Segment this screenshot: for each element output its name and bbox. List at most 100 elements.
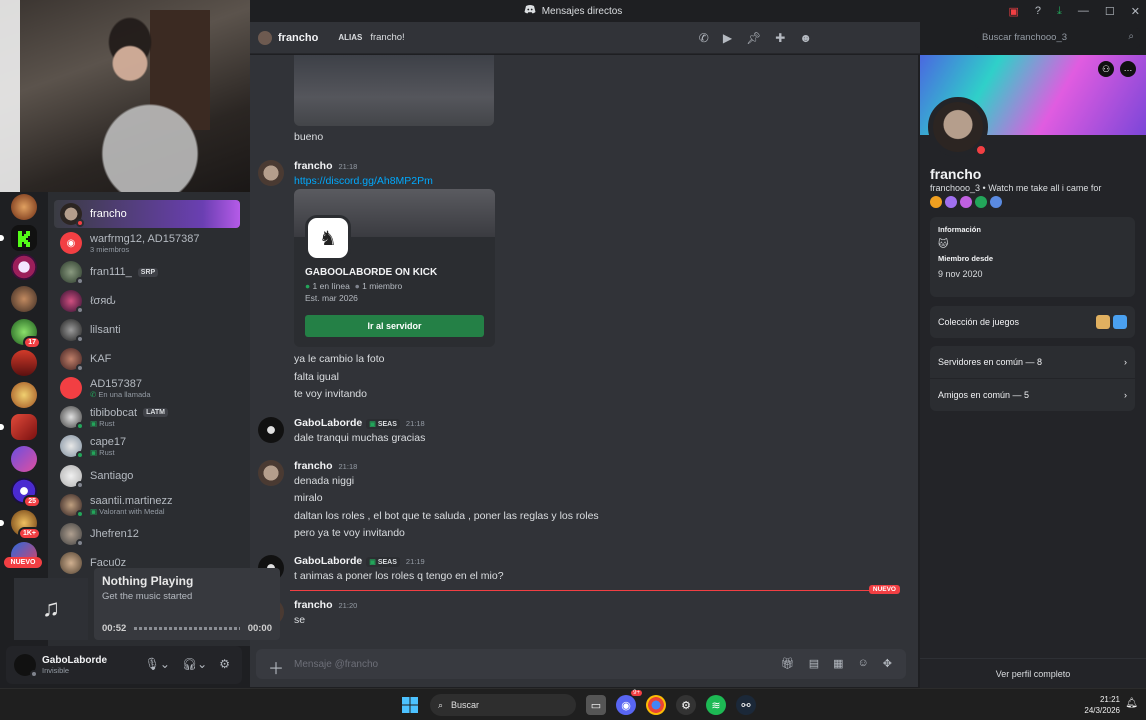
user-avatar[interactable] <box>14 654 38 678</box>
mutual-friends-row[interactable]: Amigos en común — 5 › <box>930 379 1135 411</box>
message-avatar[interactable] <box>258 460 284 486</box>
message-text: t animas a poner los roles q tengo en el… <box>294 570 504 582</box>
invite-online-count: 1 en línea <box>312 281 350 291</box>
dm-subtext: 3 miembros <box>90 244 130 254</box>
server-icon[interactable] <box>11 350 37 376</box>
playback-progress[interactable]: 00:52 00:00 <box>102 623 272 634</box>
server-icon[interactable] <box>11 286 37 312</box>
dm-subtext: En una llamada <box>98 389 151 399</box>
dm-item[interactable]: AD157387 ✆ En una llamada <box>54 374 240 402</box>
message-text: se <box>294 614 306 626</box>
user-profile-icon[interactable]: ☻ <box>799 31 812 45</box>
dm-item[interactable]: Santiago <box>54 462 240 490</box>
server-icon[interactable] <box>11 254 37 280</box>
message-avatar[interactable] <box>258 160 284 186</box>
message-author[interactable]: francho <box>294 160 333 172</box>
server-icon-kick[interactable] <box>0 225 37 251</box>
dm-item[interactable]: KAF <box>54 345 240 373</box>
dm-name: Santiago <box>90 470 134 482</box>
message-author[interactable]: francho <box>294 460 333 472</box>
dm-item-francho[interactable]: francho <box>54 200 240 228</box>
taskbar-clock[interactable]: 21:21 24/3/2026 <box>1084 694 1120 716</box>
game-collection-row[interactable]: Colección de juegos <box>930 306 1135 338</box>
dm-item[interactable]: cape17 ▣ Rust <box>54 432 240 460</box>
progress-track[interactable] <box>134 627 240 630</box>
windows-start-icon[interactable] <box>400 695 420 715</box>
view-full-profile-button[interactable]: Ver perfil completo <box>920 658 1146 688</box>
badge-icon[interactable] <box>930 196 942 208</box>
status-offline-icon <box>76 539 84 547</box>
dm-item[interactable]: tibibobcat LATM ▣ Rust <box>54 403 240 431</box>
close-button[interactable]: ✕ <box>1131 5 1140 18</box>
server-icon[interactable] <box>0 414 37 440</box>
invite-link[interactable]: https://discord.gg/Ah8MP2Pm <box>294 175 433 187</box>
join-server-button[interactable]: Ir al servidor <box>305 315 484 337</box>
server-icon[interactable]: 25 <box>11 478 41 508</box>
profile-info-card: Información 🐱︎ Miembro desde 9 nov 2020 <box>930 217 1135 297</box>
new-unreads-pill[interactable]: NUEVO <box>4 557 42 568</box>
dm-item[interactable]: lilsanti <box>54 316 240 344</box>
pinned-messages-icon[interactable]: 📌︎ <box>746 31 761 45</box>
download-icon[interactable]: ⤓ <box>1057 5 1062 18</box>
dm-item[interactable]: saantii.martinezz ▣ Valorant with Medal <box>54 491 240 519</box>
apps-icon[interactable]: ✥ <box>883 657 892 670</box>
message-text: daltan los roles , el bot que te saluda … <box>294 510 599 522</box>
gif-icon[interactable]: ▤ <box>809 657 819 670</box>
mutual-friends-label: Amigos en común — 5 <box>938 390 1030 400</box>
add-attachment-icon[interactable]: ＋ <box>268 655 284 679</box>
server-icon[interactable] <box>11 382 37 408</box>
message-author[interactable]: francho <box>294 599 333 611</box>
search-input[interactable]: Buscar franchooo_3 ⌕ <box>975 28 1140 48</box>
headphones-icon[interactable]: 🎧︎⌄ <box>182 657 207 671</box>
settings-gear-icon[interactable]: ⚙ <box>219 657 230 671</box>
emoji-icon[interactable]: ☺ <box>858 657 869 670</box>
badge-icon[interactable] <box>990 196 1002 208</box>
dm-item[interactable]: Jhefren12 <box>54 520 240 548</box>
add-friend-icon[interactable]: ⚇ <box>1098 61 1114 77</box>
dm-name: cape17 <box>90 435 127 448</box>
message-author[interactable]: GaboLaborde <box>294 417 362 429</box>
task-view-icon[interactable]: ▭ <box>586 695 606 715</box>
mutual-servers-row[interactable]: Servidores en común — 8 › <box>930 346 1135 378</box>
minimize-button[interactable]: — <box>1078 5 1089 17</box>
badge-icon[interactable] <box>960 196 972 208</box>
message-input[interactable]: ＋ Mensaje @francho 🎁︎ ▤ ▦ ☺ ✥ <box>256 649 906 679</box>
server-icon[interactable]: 1K+ <box>0 510 41 540</box>
avatar <box>60 290 84 314</box>
server-icon[interactable] <box>11 446 37 472</box>
badge-icon[interactable] <box>945 196 957 208</box>
notification-bell-icon[interactable]: 🔔︎ <box>1125 698 1138 709</box>
badge-icon[interactable] <box>975 196 987 208</box>
taskbar-search[interactable]: ⌕ Buscar <box>430 694 576 716</box>
chrome-icon[interactable] <box>646 695 666 715</box>
now-playing-widget[interactable]: ♫ Nothing Playing Get the music started … <box>14 568 280 640</box>
discord-taskbar-icon[interactable]: ◉ 9+ <box>616 690 642 715</box>
maximize-button[interactable]: ☐ <box>1105 5 1115 18</box>
more-options-icon[interactable]: … <box>1120 61 1136 77</box>
add-friends-icon[interactable]: ✚ <box>775 31 785 45</box>
status-offline-icon <box>76 335 84 343</box>
spotify-icon[interactable]: ≋ <box>706 695 726 715</box>
message-avatar[interactable] <box>258 417 284 443</box>
dm-item[interactable]: ℓσяԃ <box>54 287 240 315</box>
info-label: Información <box>938 225 981 234</box>
video-call-icon[interactable]: ▶ <box>723 31 732 45</box>
profile-panel: ⚇ … francho franchooo_3 • Watch me take … <box>920 55 1146 688</box>
help-icon[interactable]: ? <box>1035 5 1041 17</box>
voice-call-icon[interactable]: ✆ <box>699 31 709 45</box>
message-author[interactable]: GaboLaborde <box>294 555 362 567</box>
steam-icon[interactable]: ⚯ <box>736 695 756 715</box>
dm-item[interactable]: fran111_ SRP <box>54 258 240 286</box>
server-icon[interactable]: 17 <box>11 319 41 349</box>
sticker-icon[interactable]: ▦ <box>833 657 843 670</box>
header-username[interactable]: francho <box>278 32 318 44</box>
gift-icon[interactable]: 🎁︎ <box>781 657 795 670</box>
message-image-attachment[interactable] <box>294 55 494 126</box>
new-messages-tag: NUEVO <box>868 585 900 594</box>
server-icon[interactable] <box>11 194 37 220</box>
game-icon <box>1096 315 1110 329</box>
dm-item-group[interactable]: ◉ warfrmg12, AD157387 3 miembros <box>54 229 240 257</box>
inbox-icon[interactable]: ▣ <box>1009 5 1019 18</box>
app-icon[interactable]: ⚙ <box>676 695 696 715</box>
microphone-icon[interactable]: 🎙︎⌄ <box>145 657 170 671</box>
